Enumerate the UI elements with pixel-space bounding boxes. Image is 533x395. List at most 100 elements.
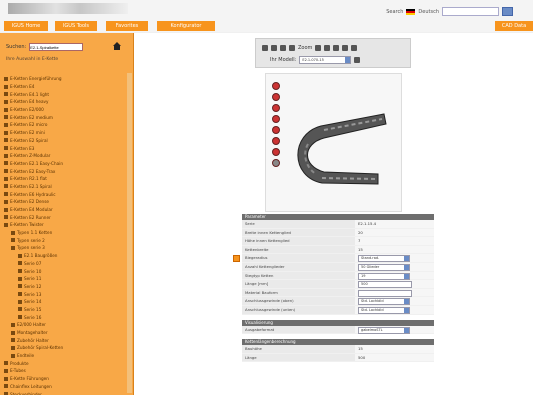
tree-item[interactable]: E2/000 Halter — [4, 321, 63, 329]
pan-icon[interactable] — [289, 45, 295, 51]
tab-favorites[interactable]: Favorites — [106, 21, 148, 31]
tree-item[interactable]: Typen serie 2 — [4, 236, 63, 244]
property-select[interactable]: Std. Lochbild — [358, 306, 410, 314]
tab-konfigurator[interactable]: Konfigurator — [157, 21, 215, 31]
tree-item[interactable]: E2.1 Baugrößen — [4, 252, 63, 260]
tree-item[interactable]: E-Tubes — [4, 367, 63, 375]
property-select[interactable]: Std. Lochbild — [358, 298, 410, 306]
tree-item[interactable]: E-Ketten E4 heavy — [4, 98, 63, 106]
tree-item[interactable]: Serie 12 — [4, 283, 63, 291]
model-select[interactable]: E2.1-070-15 — [299, 56, 352, 64]
tree-item[interactable]: E-Ketten E6 Hydraulic — [4, 190, 63, 198]
tree-item[interactable]: Serie 16 — [4, 313, 63, 321]
tab-igus-home[interactable]: IGUS Home — [4, 21, 48, 31]
rotate-icon[interactable] — [280, 45, 286, 51]
tree-item-label: E-Ketten Twister — [10, 222, 44, 228]
tree-item-label: E-Ketten E2.1 Spiral — [10, 183, 52, 189]
tree-item[interactable]: E-Ketten E2.1 Spiral — [4, 183, 63, 191]
3d-viewer[interactable] — [265, 73, 402, 212]
print-icon[interactable] — [262, 45, 268, 51]
save-icon[interactable] — [354, 57, 361, 63]
tree-item[interactable]: E-Ketten E2 Spiral — [4, 137, 63, 145]
tree-item[interactable]: Serie 11 — [4, 275, 63, 283]
sidebar-scrollbar[interactable] — [127, 73, 132, 393]
folder-icon — [4, 92, 8, 97]
tree-item[interactable]: Serie 14 — [4, 298, 63, 306]
property-row: Breite innen Kettenglied 20 — [242, 228, 434, 238]
home-icon[interactable] — [112, 41, 122, 51]
tree-item[interactable]: Produkte — [4, 359, 63, 367]
property-row: Anzahl Kettenglieder 50 Glieder — [242, 262, 434, 272]
zoom-in-icon[interactable] — [315, 45, 322, 51]
tree-item[interactable]: E-Ketten Z-Modular — [4, 152, 63, 160]
tree-item[interactable]: Serie 07 — [4, 260, 63, 268]
info-marker-icon[interactable] — [233, 255, 240, 263]
settings-icon[interactable] — [342, 45, 349, 51]
tree-item-label: E-Ketten E2 Dense — [10, 199, 49, 205]
zoom-out-icon[interactable] — [324, 45, 331, 51]
header-search-input[interactable] — [442, 7, 499, 16]
property-select[interactable]: 19 — [358, 272, 410, 280]
tree-item[interactable]: Zubehör Halter — [4, 336, 63, 344]
tree-item[interactable]: E-Ketten E2 medium — [4, 113, 63, 121]
tree-item[interactable]: E-Ketten R2.1 flat — [4, 175, 63, 183]
tree-item[interactable]: Steckverbinder — [4, 390, 63, 395]
folder-icon — [4, 384, 8, 389]
top-header: Search Deutsch — [0, 0, 533, 21]
tree-item[interactable]: E-Ketten E4 Modular — [4, 206, 63, 214]
tree-item[interactable]: E-Ketten E2 Runner — [4, 213, 63, 221]
tree-item[interactable]: Typen serie 3 — [4, 244, 63, 252]
tree-item[interactable]: Serie 15 — [4, 306, 63, 314]
tree-item[interactable]: Zubehör Spiral-Ketten — [4, 344, 63, 352]
download-icon[interactable] — [351, 45, 358, 51]
property-row: Anschlussgewinde (unten) Std. Lochbild — [242, 305, 434, 315]
language-flag-icon[interactable] — [406, 8, 416, 15]
property-input[interactable] — [358, 289, 412, 297]
tree-item[interactable]: E-Ketten E4.1 light — [4, 90, 63, 98]
tree-item-label: E-Ketten Z-Modular — [10, 153, 51, 159]
site-logo[interactable] — [8, 3, 128, 14]
property-value: 500 — [355, 280, 434, 289]
tree-item[interactable]: E-Ketten E2 mini — [4, 129, 63, 137]
property-input[interactable]: 500 — [358, 281, 412, 289]
tree-item-label: E2.1 Baugrößen — [24, 253, 58, 259]
tree-item-label: Serie 14 — [24, 299, 42, 305]
fit-icon[interactable] — [333, 45, 340, 51]
tab-igus-tools[interactable]: IGUS Tools — [55, 21, 97, 31]
property-select[interactable]: 50 Glieder — [358, 263, 410, 271]
tree-item-label: Steckverbinder — [10, 391, 42, 395]
property-select[interactable]: Stand.rad. — [358, 255, 410, 263]
tree-item[interactable]: E-Kette Führungen — [4, 375, 63, 383]
tab-cad-data[interactable]: CAD Data — [495, 21, 533, 31]
tree-item[interactable]: E-Ketten E2 Dense — [4, 198, 63, 206]
tree-item[interactable]: Montagehalter — [4, 329, 63, 337]
tree-item[interactable]: E-Ketten E2 micro — [4, 121, 63, 129]
tree-item[interactable]: E-Ketten E3 — [4, 144, 63, 152]
tree-item[interactable]: E-Ketten Energieführung — [4, 75, 63, 83]
property-select[interactable]: gabelmoSTL — [358, 326, 410, 334]
tree-item[interactable]: E-Ketten Twister — [4, 221, 63, 229]
header-go-button[interactable] — [502, 7, 513, 16]
tree-item-label: Serie 16 — [24, 314, 42, 320]
sidebar-note: Ihre Auswahl in E-Kette — [6, 57, 59, 62]
folder-icon — [11, 322, 15, 327]
tree-item[interactable]: Chainflex Leitungen — [4, 383, 63, 391]
tree-item[interactable]: Serie 10 — [4, 267, 63, 275]
tree-item-label: E-Ketten E2.1 Easy-Chain — [10, 160, 64, 166]
tree-item[interactable]: E-Ketten E2.1 Easy-Chain — [4, 160, 63, 168]
copy-icon[interactable] — [271, 45, 277, 51]
property-value: 7 — [355, 237, 434, 245]
category-tree: E-Ketten Energieführung E-Ketten E4 E-Kett… — [4, 75, 63, 395]
folder-icon — [4, 184, 8, 189]
folder-icon — [4, 99, 8, 104]
folder-icon — [18, 253, 22, 258]
tree-item[interactable]: Endteile — [4, 352, 63, 360]
tree-item[interactable]: Typen 1.1 Ketten — [4, 229, 63, 237]
tree-item[interactable]: E-Ketten E4 — [4, 83, 63, 91]
tree-item[interactable]: E-Ketten E2 Easy-Trax — [4, 167, 63, 175]
tree-item[interactable]: E-Ketten E2/000 — [4, 106, 63, 114]
tree-item[interactable]: Serie 13 — [4, 290, 63, 298]
sidebar-search-input[interactable] — [29, 43, 84, 51]
sidebar-search: Suchen: — [6, 43, 84, 51]
language-label[interactable]: Deutsch — [418, 9, 439, 15]
